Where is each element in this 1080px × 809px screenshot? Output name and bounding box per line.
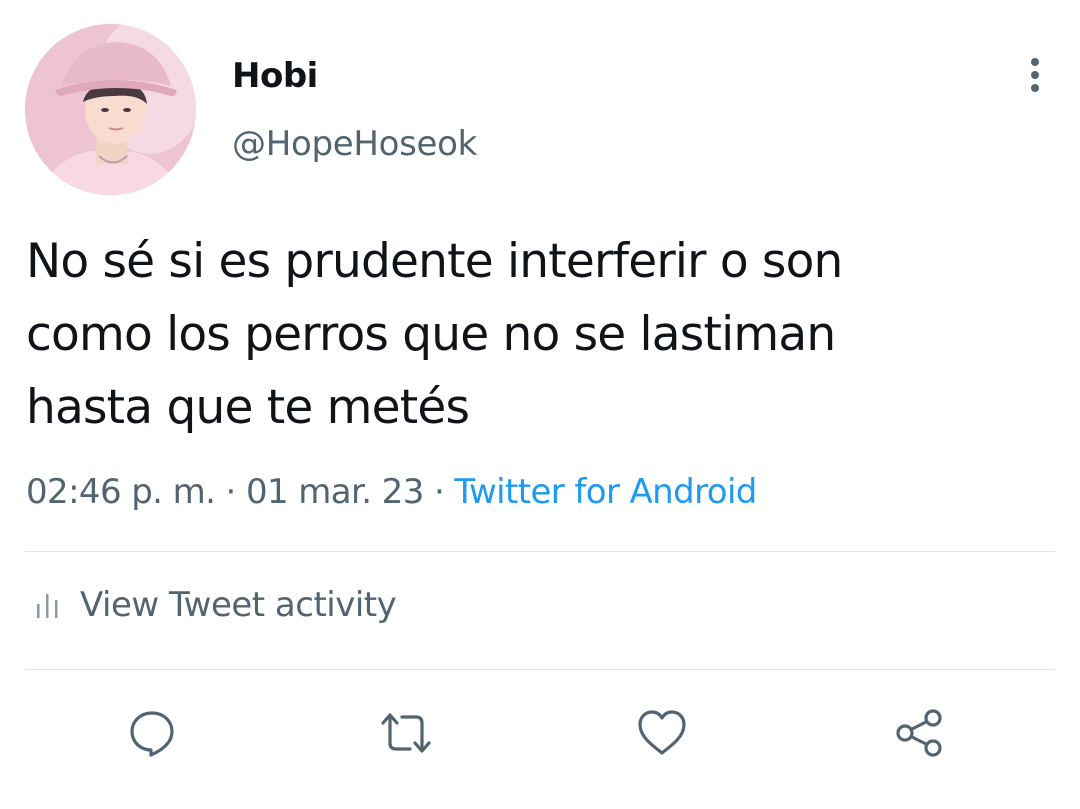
retweet-icon — [381, 713, 431, 753]
tweet-text-line: como los perros que no se lastiman — [26, 307, 836, 362]
avatar[interactable] — [25, 24, 196, 195]
retweet-button[interactable] — [378, 705, 434, 761]
reply-button[interactable] — [124, 705, 180, 761]
heart-icon — [638, 710, 686, 755]
meta-separator: · — [433, 472, 445, 512]
view-tweet-activity-label: View Tweet activity — [80, 585, 397, 625]
share-button[interactable] — [892, 705, 948, 761]
user-handle[interactable]: @HopeHoseok — [232, 124, 477, 164]
display-name[interactable]: Hobi — [232, 56, 318, 96]
share-icon — [896, 709, 942, 757]
tweet-text-line: hasta que te metés — [26, 380, 470, 435]
meta-separator: · — [225, 472, 237, 512]
more-options-button[interactable] — [1018, 56, 1052, 96]
tweet-meta: 02:46 p. m. · 01 mar. 23 · Twitter for A… — [26, 472, 757, 512]
view-tweet-activity-button[interactable]: View Tweet activity — [34, 585, 397, 625]
bar-chart-icon — [37, 594, 58, 618]
tweet-time[interactable]: 02:46 p. m. — [26, 472, 216, 512]
avatar-image — [25, 24, 196, 195]
tweet-source-link[interactable]: Twitter for Android — [454, 472, 757, 512]
tweet-text-line: No sé si es prudente interferir o son — [26, 234, 843, 289]
like-button[interactable] — [634, 705, 690, 761]
tweet-card: Hobi @HopeHoseok No sé si es prudente in… — [0, 0, 1080, 809]
tweet-text: No sé si es prudente interferir o son co… — [26, 225, 1046, 444]
tweet-date[interactable]: 01 mar. 23 — [246, 472, 424, 512]
divider — [25, 669, 1055, 670]
more-vertical-icon — [1031, 58, 1039, 92]
divider — [25, 551, 1055, 552]
comment-icon — [130, 711, 174, 757]
